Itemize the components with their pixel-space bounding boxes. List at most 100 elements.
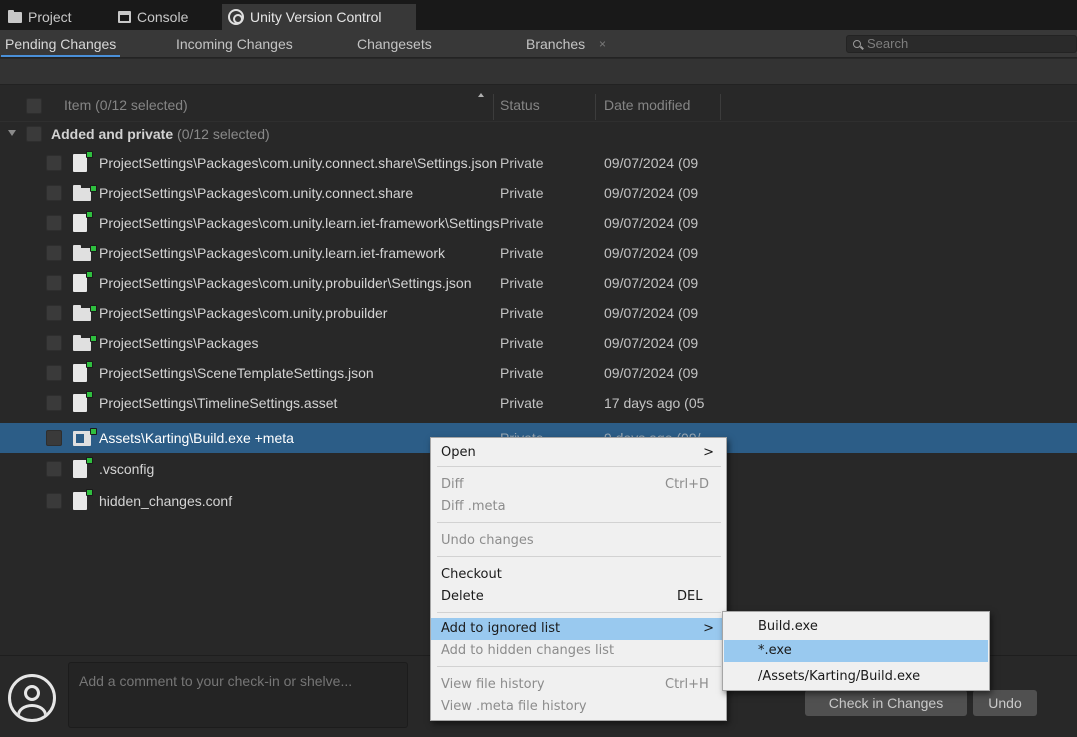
row-checkbox[interactable] bbox=[46, 395, 62, 411]
row-item-path: ProjectSettings\TimelineSettings.asset bbox=[99, 395, 338, 411]
row-checkbox[interactable] bbox=[46, 493, 62, 509]
row-status: Private bbox=[500, 275, 544, 291]
row-status: Private bbox=[500, 155, 544, 171]
row-date: 09/07/2024 (09 bbox=[604, 245, 699, 261]
expand-triangle-icon[interactable] bbox=[8, 130, 16, 136]
table-row[interactable]: ProjectSettings\Packages\com.unity.conne… bbox=[0, 178, 1077, 208]
tab-unity-version-control-label: Unity Version Control bbox=[250, 9, 382, 25]
executable-icon bbox=[73, 428, 97, 446]
submenu-item-ignore-extension[interactable]: *.exe bbox=[724, 640, 988, 662]
row-item-path: ProjectSettings\Packages\com.unity.conne… bbox=[99, 185, 414, 201]
row-checkbox[interactable] bbox=[46, 155, 62, 171]
menu-item-shortcut: Ctrl+H bbox=[665, 677, 709, 692]
group-label: Added and private (0/12 selected) bbox=[51, 122, 270, 146]
row-checkbox[interactable] bbox=[46, 185, 62, 201]
table-row[interactable]: ProjectSettings\Packages Private 09/07/2… bbox=[0, 328, 1077, 358]
menu-item-diff[interactable]: Diff Ctrl+D bbox=[431, 474, 726, 496]
folder-icon bbox=[73, 244, 97, 261]
avatar-icon bbox=[8, 674, 56, 722]
row-checkbox[interactable] bbox=[46, 245, 62, 261]
menu-item-open[interactable]: Open > bbox=[431, 442, 726, 464]
search-input[interactable]: Search bbox=[846, 35, 1077, 53]
column-divider[interactable] bbox=[493, 94, 494, 120]
row-checkbox[interactable] bbox=[46, 275, 62, 291]
row-checkbox[interactable] bbox=[46, 461, 62, 477]
context-menu: Open > Diff Ctrl+D Diff .meta Undo chang… bbox=[430, 437, 727, 721]
file-icon bbox=[73, 271, 93, 292]
menu-item-label: Diff bbox=[441, 477, 464, 492]
row-item-path: ProjectSettings\Packages bbox=[99, 335, 259, 351]
table-row[interactable]: ProjectSettings\Packages\com.unity.learn… bbox=[0, 238, 1077, 268]
row-item-path: ProjectSettings\Packages\com.unity.conne… bbox=[99, 155, 498, 171]
menu-item-label: Add to hidden changes list bbox=[441, 643, 615, 658]
menu-item-label: Undo changes bbox=[441, 533, 534, 548]
table-row[interactable]: ProjectSettings\Packages\com.unity.conne… bbox=[0, 148, 1077, 178]
row-checkbox[interactable] bbox=[46, 335, 62, 351]
row-checkbox[interactable] bbox=[46, 430, 62, 446]
menu-item-shortcut: DEL bbox=[677, 589, 703, 604]
group-checkbox[interactable] bbox=[26, 126, 42, 142]
row-status: Private bbox=[500, 335, 544, 351]
select-all-checkbox[interactable] bbox=[26, 98, 42, 114]
row-date: 09/07/2024 (09 bbox=[604, 215, 699, 231]
menu-item-diff-meta[interactable]: Diff .meta bbox=[431, 496, 726, 518]
table-row[interactable]: ProjectSettings\SceneTemplateSettings.js… bbox=[0, 358, 1077, 388]
column-divider[interactable] bbox=[720, 94, 721, 120]
menu-item-undo-changes[interactable]: Undo changes bbox=[431, 530, 726, 552]
row-item-path: ProjectSettings\Packages\com.unity.learn… bbox=[99, 215, 499, 231]
tab-pending-changes[interactable]: Pending Changes bbox=[0, 30, 121, 58]
folder-icon bbox=[73, 184, 97, 201]
comment-input[interactable]: Add a comment to your check-in or shelve… bbox=[68, 662, 408, 728]
submenu-item-ignore-path[interactable]: /Assets/Karting/Build.exe bbox=[724, 666, 988, 688]
column-status[interactable]: Status bbox=[500, 86, 540, 122]
submenu-arrow-icon: > bbox=[703, 445, 714, 460]
column-item[interactable]: Item (0/12 selected) bbox=[64, 86, 188, 122]
row-checkbox[interactable] bbox=[46, 215, 62, 231]
tab-project[interactable]: Project bbox=[2, 4, 78, 30]
submenu-arrow-icon: > bbox=[703, 621, 714, 636]
tab-incoming-changes[interactable]: Incoming Changes bbox=[176, 30, 293, 58]
menu-item-add-to-hidden-changes[interactable]: Add to hidden changes list bbox=[431, 640, 726, 662]
submenu-item-ignore-file[interactable]: Build.exe bbox=[724, 616, 988, 638]
row-checkbox[interactable] bbox=[46, 365, 62, 381]
table-row[interactable]: ProjectSettings\TimelineSettings.asset P… bbox=[0, 388, 1077, 418]
tab-console[interactable]: Console bbox=[112, 4, 194, 30]
window-tab-bar: Project Console Unity Version Control bbox=[0, 0, 1077, 30]
row-date: 09/07/2024 (09 bbox=[604, 185, 699, 201]
file-icon bbox=[73, 391, 93, 412]
menu-item-label: View file history bbox=[441, 677, 545, 692]
menu-item-add-to-ignored-list[interactable]: Add to ignored list > bbox=[431, 618, 726, 640]
menu-item-delete[interactable]: Delete DEL bbox=[431, 586, 726, 608]
menu-item-view-meta-file-history[interactable]: View .meta file history bbox=[431, 696, 726, 718]
search-icon bbox=[853, 40, 861, 48]
toolbar-strip bbox=[0, 59, 1077, 85]
file-icon bbox=[73, 457, 93, 478]
column-divider[interactable] bbox=[595, 94, 596, 120]
check-in-changes-button[interactable]: Check in Changes bbox=[805, 690, 967, 716]
row-item-path: ProjectSettings\Packages\com.unity.probu… bbox=[99, 305, 388, 321]
close-tab-icon[interactable]: × bbox=[599, 30, 606, 58]
menu-item-checkout[interactable]: Checkout bbox=[431, 564, 726, 586]
table-row[interactable]: ProjectSettings\Packages\com.unity.probu… bbox=[0, 298, 1077, 328]
row-item-path: ProjectSettings\Packages\com.unity.probu… bbox=[99, 275, 472, 291]
column-date-modified[interactable]: Date modified bbox=[604, 86, 690, 122]
menu-separator bbox=[437, 556, 721, 557]
tab-changesets[interactable]: Changesets bbox=[357, 30, 432, 58]
table-row[interactable]: ProjectSettings\Packages\com.unity.probu… bbox=[0, 268, 1077, 298]
tab-branches[interactable]: Branches bbox=[526, 30, 585, 58]
unity-version-control-icon bbox=[228, 9, 244, 25]
menu-item-label: Delete bbox=[441, 589, 484, 604]
row-status: Private bbox=[500, 215, 544, 231]
row-date: 09/07/2024 (09 bbox=[604, 305, 699, 321]
row-status: Private bbox=[500, 185, 544, 201]
group-row[interactable]: Added and private (0/12 selected) bbox=[0, 122, 1077, 146]
tab-unity-version-control[interactable]: Unity Version Control bbox=[222, 4, 416, 30]
undo-button[interactable]: Undo bbox=[973, 690, 1037, 716]
table-row[interactable]: ProjectSettings\Packages\com.unity.learn… bbox=[0, 208, 1077, 238]
menu-item-view-file-history[interactable]: View file history Ctrl+H bbox=[431, 674, 726, 696]
menu-item-shortcut: Ctrl+D bbox=[665, 477, 710, 492]
row-item-path: ProjectSettings\SceneTemplateSettings.js… bbox=[99, 365, 374, 381]
menu-separator bbox=[437, 666, 721, 667]
menu-separator bbox=[437, 612, 721, 613]
row-checkbox[interactable] bbox=[46, 305, 62, 321]
